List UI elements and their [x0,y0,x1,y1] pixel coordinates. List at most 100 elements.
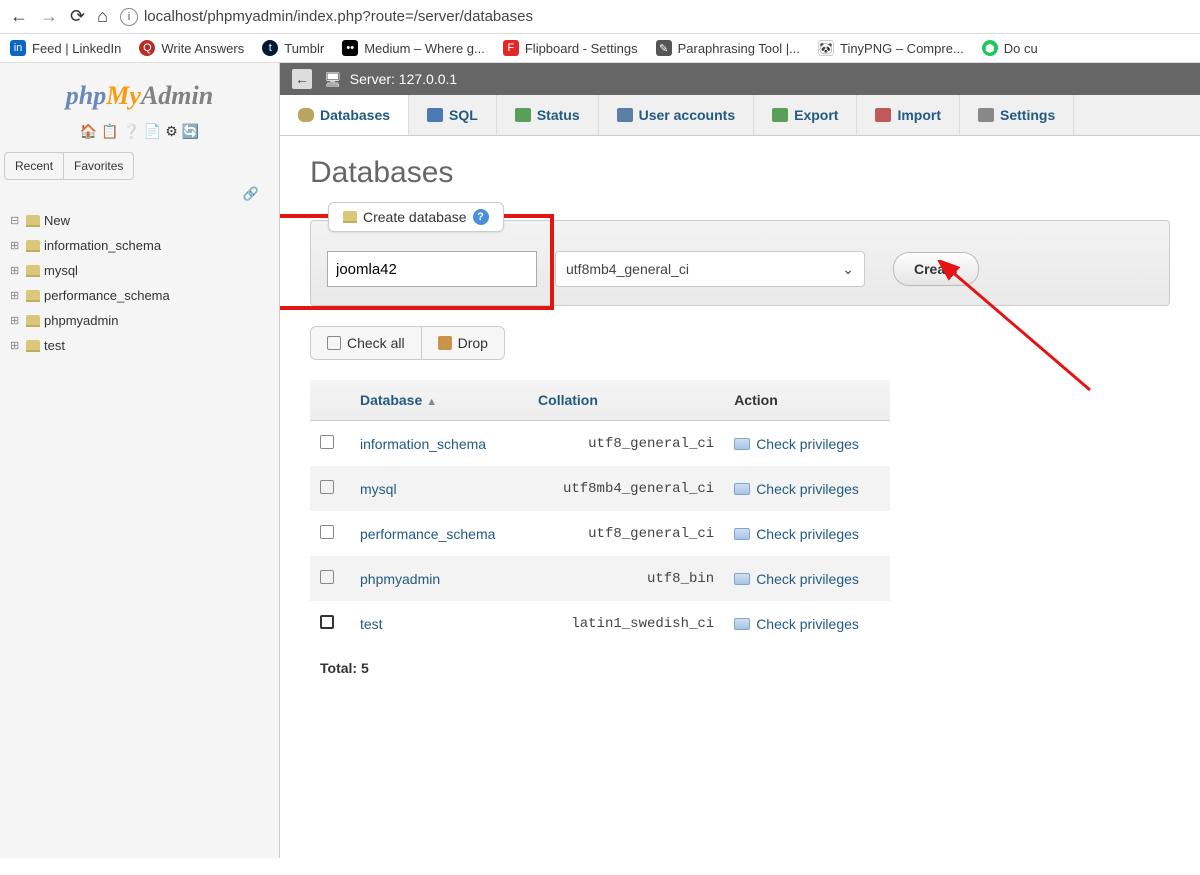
checkbox-icon [327,336,341,350]
database-name-input[interactable] [327,251,537,287]
link-icon[interactable]: 🔗 [0,184,279,208]
bookmark-flipboard[interactable]: FFlipboard - Settings [503,40,638,56]
databases-table: Database▲ Collation Action information_s… [310,380,890,690]
table-toolbar: Check all Drop [310,326,1170,360]
table-row: performance_schema utf8_general_ci Check p… [310,511,890,556]
expand-icon[interactable]: ⊞ [10,239,22,252]
tree-information-schema[interactable]: ⊞information_schema [6,233,279,258]
tree-new[interactable]: ⊟New [6,208,279,233]
privileges-icon [734,618,750,630]
database-link[interactable]: performance_schema [360,526,495,542]
nav-status[interactable]: Status [497,95,599,135]
databases-icon [298,108,314,122]
users-icon [617,108,633,122]
sidebar-quick-icons[interactable]: 🏠 📋 ❔ 📄 ⚙ 🔄 [0,119,279,144]
check-privileges-link[interactable]: Check privileges [734,616,880,632]
create-database-legend: Create database ? [328,202,504,232]
col-database[interactable]: Database▲ [350,380,528,421]
server-bar: ← 🖥 Server: 127.0.0.1 [280,63,1200,95]
check-privileges-link[interactable]: Check privileges [734,571,880,587]
privileges-icon [734,573,750,585]
sidebar: phpMyAdmin 🏠 📋 ❔ 📄 ⚙ 🔄 Recent Favorites … [0,63,280,858]
expand-icon[interactable]: ⊞ [10,264,22,277]
settings-icon [978,108,994,122]
expand-icon[interactable]: ⊞ [10,289,22,302]
bookmark-paraphrase[interactable]: ✎Paraphrasing Tool |... [656,40,800,56]
back-button[interactable]: ← [10,6,28,27]
site-info-icon[interactable]: i [120,8,138,26]
nav-import[interactable]: Import [857,95,960,135]
home-button[interactable]: ⌂ [97,6,108,27]
import-icon [875,108,891,122]
nav-export[interactable]: Export [754,95,857,135]
tab-recent[interactable]: Recent [5,153,63,179]
bookmark-medium[interactable]: ••Medium – Where g... [342,40,485,56]
database-link[interactable]: phpmyadmin [360,571,440,587]
sort-asc-icon: ▲ [426,396,437,408]
db-icon [26,215,40,227]
sidebar-tabs: Recent Favorites [4,152,134,180]
bookmark-tinypng[interactable]: 🐼TinyPNG – Compre... [818,40,964,56]
check-privileges-link[interactable]: Check privileges [734,526,880,542]
nav-settings[interactable]: Settings [960,95,1074,135]
db-icon [26,290,40,302]
table-row: test latin1_swedish_ci Check privileges [310,601,890,646]
quora-icon: Q [139,40,155,56]
medium-icon: •• [342,40,358,56]
url-text: localhost/phpmyadmin/index.php?route=/se… [144,8,533,25]
server-label: Server: 127.0.0.1 [350,71,457,87]
create-button[interactable]: Create [893,252,979,286]
drop-icon [438,336,452,350]
privileges-icon [734,483,750,495]
chevron-down-icon: ⌄ [842,261,854,278]
collation-select[interactable]: utf8mb4_general_ci ⌄ [555,251,865,287]
database-link[interactable]: test [360,616,383,632]
check-privileges-link[interactable]: Check privileges [734,436,880,452]
tree-performance-schema[interactable]: ⊞performance_schema [6,283,279,308]
flipboard-icon: F [503,40,519,56]
db-icon [343,211,357,223]
tinypng-icon: 🐼 [818,40,834,56]
database-link[interactable]: information_schema [360,436,486,452]
bookmarks-bar: inFeed | LinkedIn QWrite Answers tTumblr… [0,34,1200,63]
browser-toolbar: ← → ⟳ ⌂ i localhost/phpmyadmin/index.php… [0,0,1200,34]
forward-button[interactable]: → [40,6,58,27]
collation-cell: utf8_general_ci [528,511,724,556]
doc-icon: ⬢ [982,40,998,56]
database-link[interactable]: mysql [360,481,397,497]
tab-favorites[interactable]: Favorites [63,153,133,179]
help-icon[interactable]: ? [473,209,489,225]
row-checkbox[interactable] [320,615,334,629]
nav-user-accounts[interactable]: User accounts [599,95,754,135]
paraphrase-icon: ✎ [656,40,672,56]
bookmark-doc[interactable]: ⬢Do cu [982,40,1038,56]
collation-cell: utf8_bin [528,556,724,601]
db-icon [26,315,40,327]
collation-cell: latin1_swedish_ci [528,601,724,646]
expand-icon[interactable]: ⊞ [10,339,22,352]
server-icon: 🖥 [324,71,342,88]
privileges-icon [734,438,750,450]
check-privileges-link[interactable]: Check privileges [734,481,880,497]
expand-icon[interactable]: ⊞ [10,314,22,327]
nav-sql[interactable]: SQL [409,95,497,135]
tree-mysql[interactable]: ⊞mysql [6,258,279,283]
bookmark-linkedin[interactable]: inFeed | LinkedIn [10,40,121,56]
row-checkbox[interactable] [320,525,334,539]
row-checkbox[interactable] [320,480,334,494]
page-title: Databases [310,156,1170,190]
bookmark-quora[interactable]: QWrite Answers [139,40,244,56]
col-collation[interactable]: Collation [528,380,724,421]
bookmark-tumblr[interactable]: tTumblr [262,40,324,56]
address-bar[interactable]: i localhost/phpmyadmin/index.php?route=/… [120,8,1190,26]
collapse-sidebar-button[interactable]: ← [292,69,312,89]
row-checkbox[interactable] [320,435,334,449]
reload-button[interactable]: ⟳ [70,6,85,27]
row-checkbox[interactable] [320,570,334,584]
tree-phpmyadmin[interactable]: ⊞phpmyadmin [6,308,279,333]
nav-databases[interactable]: Databases [280,95,409,135]
phpmyadmin-logo: phpMyAdmin [0,73,279,119]
drop-button[interactable]: Drop [422,326,505,360]
tree-test[interactable]: ⊞test [6,333,279,358]
check-all-button[interactable]: Check all [310,326,422,360]
